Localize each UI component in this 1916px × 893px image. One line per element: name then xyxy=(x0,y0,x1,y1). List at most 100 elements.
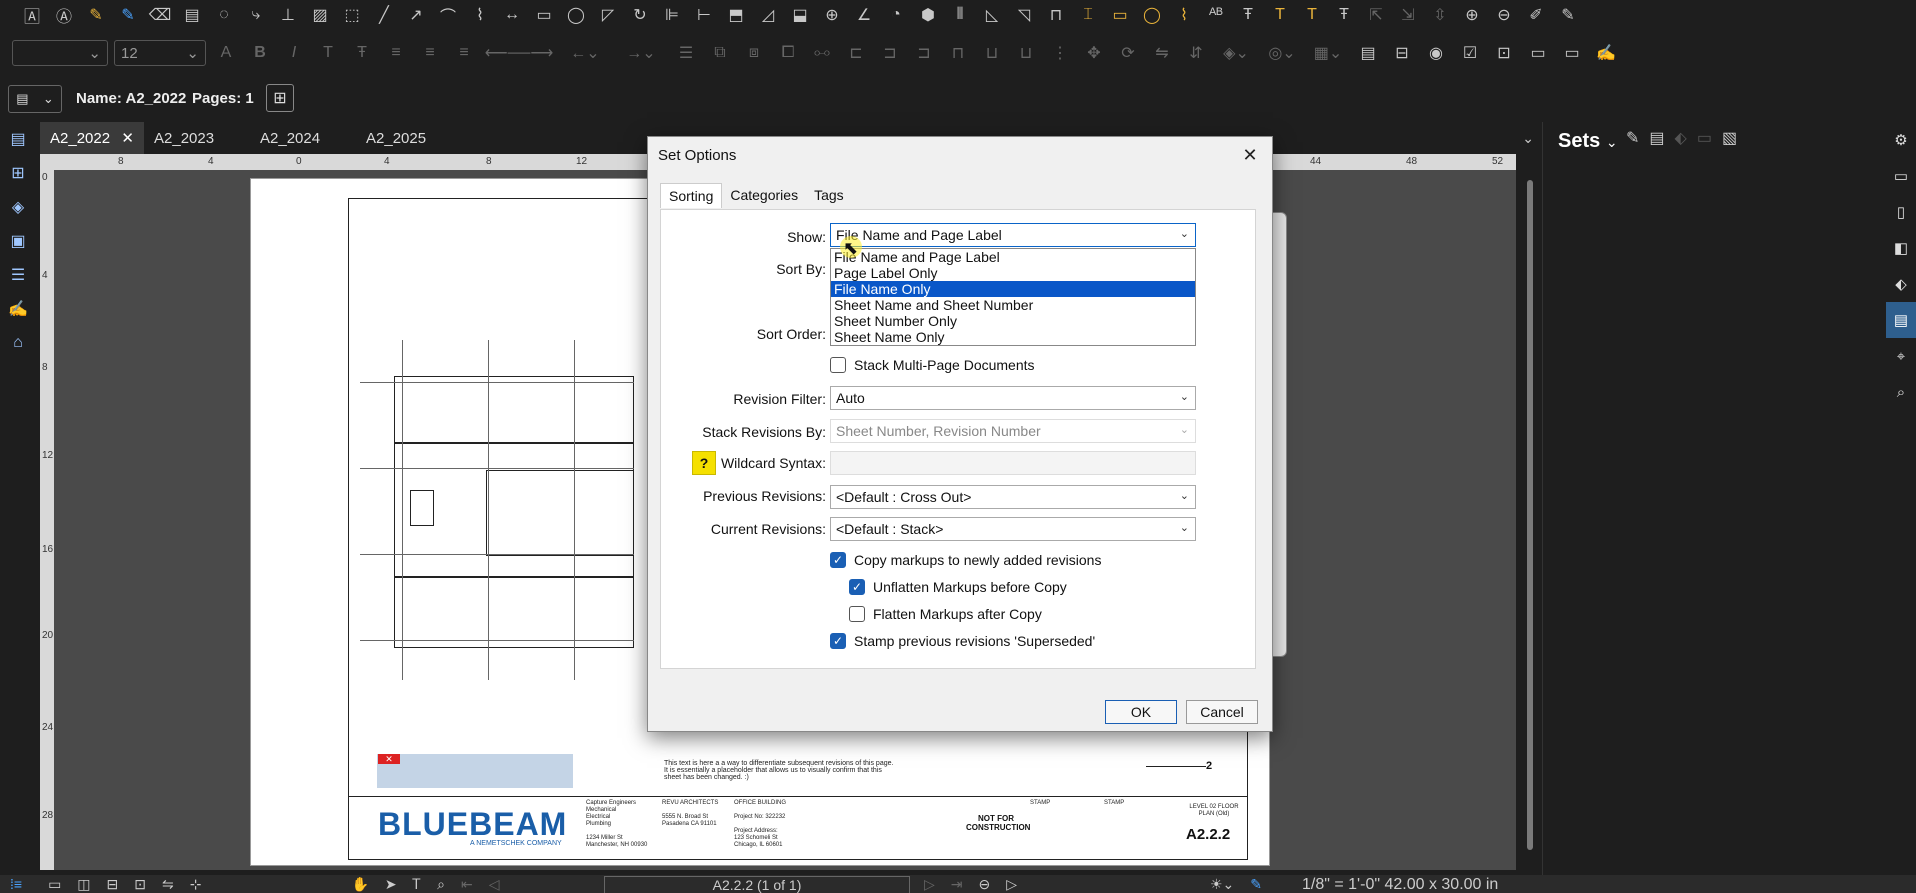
polygon-icon[interactable]: ◸ xyxy=(594,1,622,29)
space-ellipse-icon[interactable]: ◯ xyxy=(1138,1,1166,29)
line-start-icon[interactable]: ←⌄ xyxy=(560,39,610,67)
stamp2-icon[interactable]: ⊥ xyxy=(274,1,302,29)
line-style-icon[interactable]: ⟵──⟶ xyxy=(484,39,554,67)
thumbnails-icon[interactable]: ▤ xyxy=(0,122,36,156)
form-field-icon[interactable]: ⊟ xyxy=(1388,39,1416,67)
highlighter-icon[interactable]: ✎ xyxy=(82,1,110,29)
align-center-obj-icon[interactable]: ⊐ xyxy=(876,39,904,67)
perimeter-icon[interactable]: ◿ xyxy=(754,1,782,29)
align-right-icon[interactable]: ≡ xyxy=(450,39,478,67)
radius-icon[interactable]: ◔ xyxy=(882,1,910,29)
show-select[interactable]: File Name and Page Label ⌄ xyxy=(830,223,1196,247)
edit-set-icon[interactable]: ✎ xyxy=(1626,128,1639,148)
flip-v-icon[interactable]: ⇵ xyxy=(1182,39,1210,67)
text-box-icon[interactable]: 🄰 xyxy=(18,1,46,29)
split-v-icon[interactable]: ◫ xyxy=(77,876,90,893)
previous-revisions-select[interactable]: <Default : Cross Out> ⌄ xyxy=(830,485,1196,509)
checkbox-icon[interactable]: ☑ xyxy=(1456,39,1484,67)
markups-list-icon[interactable]: ☰ xyxy=(0,258,36,292)
arrow-icon[interactable]: ↗ xyxy=(402,1,430,29)
split-h-icon[interactable]: ⊟ xyxy=(107,876,119,893)
layers-icon[interactable]: ◈ xyxy=(0,190,36,224)
dropdown-option[interactable]: Sheet Name and Sheet Number xyxy=(831,297,1195,313)
dropdown-option[interactable]: Sheet Name Only xyxy=(831,329,1195,345)
brightness-icon[interactable]: ☀⌄ xyxy=(1210,876,1234,893)
cloud-icon[interactable]: ◌ xyxy=(210,1,238,29)
rectangle-icon[interactable]: ▭ xyxy=(530,1,558,29)
select-text-icon[interactable]: Ꭲ xyxy=(413,876,421,893)
snapshot-icon[interactable]: ⬚ xyxy=(338,1,366,29)
zoom-status-icon[interactable]: ⌕ xyxy=(437,876,445,893)
text-edit-icon[interactable]: Ŧ xyxy=(1234,1,1262,29)
toolchest-icon[interactable]: ▣ xyxy=(0,224,36,258)
line-end-icon[interactable]: →⌄ xyxy=(616,39,666,67)
tab-sorting[interactable]: Sorting xyxy=(660,183,723,208)
angle-icon[interactable]: ∠ xyxy=(850,1,878,29)
settings-gear-icon[interactable]: ⚙ xyxy=(1886,122,1916,158)
image-icon[interactable]: ▨ xyxy=(306,1,334,29)
dimension-icon[interactable]: ↔ xyxy=(498,1,526,29)
tags-icon[interactable]: ⬖ xyxy=(1886,266,1916,302)
revision-filter-select[interactable]: Auto ⌄ xyxy=(830,386,1196,410)
tab-a2-2023[interactable]: A2_2023 xyxy=(144,122,250,154)
line-width-icon[interactable]: ☰ xyxy=(672,39,700,67)
volume-icon[interactable]: ⬓ xyxy=(786,1,814,29)
compare-icon[interactable]: ◧ xyxy=(1886,230,1916,266)
tab-a2-2025[interactable]: A2_2025 xyxy=(356,122,462,154)
italic-icon[interactable]: I xyxy=(280,39,308,67)
align-bottom-icon[interactable]: ⊔ xyxy=(1012,39,1040,67)
split-icon[interactable]: ▭ xyxy=(48,876,61,893)
radio-icon[interactable]: ◉ xyxy=(1422,39,1450,67)
send-back-icon[interactable]: ⧟ xyxy=(808,39,836,67)
sets-icon[interactable]: ▤ xyxy=(1886,302,1916,338)
eraser-icon[interactable]: ⌫ xyxy=(146,1,174,29)
font-name-select[interactable]: ⌄ xyxy=(12,40,108,66)
polyline-icon[interactable]: ⌇ xyxy=(466,1,494,29)
space-rect-icon[interactable]: ▭ xyxy=(1106,1,1134,29)
stamp-superseded-checkbox[interactable]: ✓ Stamp previous revisions 'Superseded' xyxy=(830,633,1095,649)
align-icon[interactable]: ⊫ xyxy=(658,1,686,29)
align-center-icon[interactable]: ≡ xyxy=(416,39,444,67)
arc-icon[interactable]: ⌒ xyxy=(434,1,462,29)
current-revisions-select[interactable]: <Default : Stack> ⌄ xyxy=(830,517,1196,541)
spellcheck-icon[interactable]: ᴬᴮ xyxy=(1202,1,1230,29)
locations-icon[interactable]: ⌖ xyxy=(1886,338,1916,374)
tab-tags[interactable]: Tags xyxy=(806,183,852,208)
dropdown-option[interactable]: File Name and Page Label xyxy=(831,249,1195,265)
space-icon[interactable]: ⌶ xyxy=(1074,1,1102,29)
copy-markups-checkbox[interactable]: ✓ Copy markups to newly added revisions xyxy=(830,552,1101,568)
font-size-select[interactable]: 12 ⌄ xyxy=(114,40,206,66)
measure-status-icon[interactable]: ✎ xyxy=(1250,876,1262,893)
unflatten-checkbox[interactable]: ✓ Unflatten Markups before Copy xyxy=(849,579,1067,595)
measurements-icon[interactable]: ▭ xyxy=(1886,158,1916,194)
bold-icon[interactable]: B xyxy=(246,39,274,67)
chevron-down-icon[interactable]: ⌄ xyxy=(1522,130,1534,147)
pan-icon[interactable]: ✋ xyxy=(351,876,368,893)
combo-field-icon[interactable]: ▭ xyxy=(1524,39,1552,67)
ok-button[interactable]: OK xyxy=(1105,700,1177,724)
button-field-icon[interactable]: ▭ xyxy=(1558,39,1586,67)
tab-a2-2022[interactable]: A2_2022 ✕ xyxy=(40,122,144,154)
length-measure-icon[interactable]: ⊢ xyxy=(690,1,718,29)
align-middle-icon[interactable]: ⊔ xyxy=(978,39,1006,67)
cutout2-icon[interactable]: ◹ xyxy=(1010,1,1038,29)
align-left-icon[interactable]: ≡ xyxy=(382,39,410,67)
grid-icon[interactable]: ⁞≡ xyxy=(10,876,22,892)
new-set-icon[interactable]: ▤ xyxy=(1649,128,1664,148)
zoom-out-icon[interactable]: ⊖ xyxy=(1490,1,1518,29)
underline-icon[interactable]: T xyxy=(314,39,342,67)
rotate-obj-icon[interactable]: ⟳ xyxy=(1114,39,1142,67)
select-icon[interactable]: ➤ xyxy=(385,876,397,893)
text-highlight-icon[interactable]: T xyxy=(1266,1,1294,29)
form-text-icon[interactable]: ▤ xyxy=(1354,39,1382,67)
hatch-filter-icon[interactable]: ▧ xyxy=(1722,128,1737,148)
count-icon[interactable]: ⦀ xyxy=(946,1,974,29)
dropdown-option[interactable]: Sheet Number Only xyxy=(831,313,1195,329)
line-color-icon[interactable]: ◎⌄ xyxy=(1262,39,1302,67)
dropdown-option[interactable]: Page Label Only xyxy=(831,265,1195,281)
ungroup-icon[interactable]: ⧈ xyxy=(740,39,768,67)
space-poly-icon[interactable]: ⌇ xyxy=(1170,1,1198,29)
cutout-icon[interactable]: ◺ xyxy=(978,1,1006,29)
signatures-icon[interactable]: ✍ xyxy=(0,292,36,326)
area-measure-icon[interactable]: ⬒ xyxy=(722,1,750,29)
